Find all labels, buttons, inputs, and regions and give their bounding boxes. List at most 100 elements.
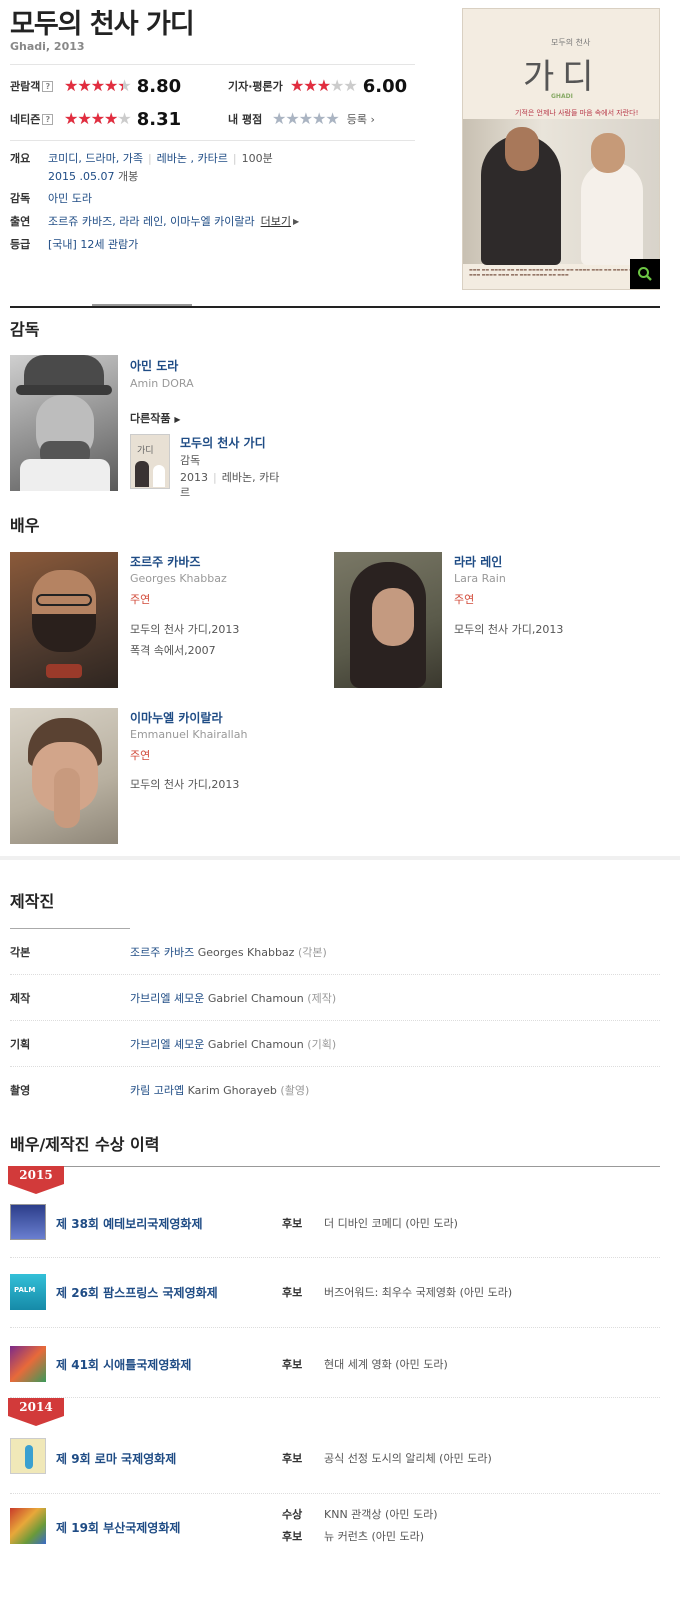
other-work-thumbnail[interactable]: 가디 (130, 434, 170, 489)
staff-name-link[interactable]: 카림 고라옙 (130, 1084, 184, 1097)
year-flag-2014: 2014 (8, 1398, 64, 1426)
award-detail: 현대 세계 영화 (아민 도라) (324, 1358, 448, 1371)
actor-work-1-2[interactable]: 폭격 속에서,2007 (130, 642, 216, 658)
actor-work-3-1[interactable]: 모두의 천사 가디,2013 (130, 776, 239, 792)
festival-logo-icon[interactable] (10, 1508, 46, 1544)
festival-name-link[interactable]: 제 19회 부산국제영화제 (56, 1519, 180, 1536)
award-kind: 후보 (282, 1358, 303, 1371)
cast-links[interactable]: 조르쥬 카바즈, 라라 레인, 이마누엘 카이랄라 (48, 213, 255, 231)
section-tab-line (10, 306, 660, 308)
festival-name-link[interactable]: 제 41회 시애틀국제영화제 (56, 1356, 191, 1373)
country-link[interactable]: 레바논 , 카타르 (157, 152, 228, 165)
actor-work-1-1[interactable]: 모두의 천사 가디,2013 (130, 621, 239, 637)
poster-small-title: 모두의 천사 (551, 38, 591, 47)
search-icon (638, 267, 652, 281)
director-en-name: Amin DORA (130, 377, 194, 390)
festival-name-link[interactable]: 제 26회 팜스프링스 국제영화제 (56, 1284, 218, 1301)
age-rating-link[interactable]: [국내] 12세 관람가 (48, 236, 138, 254)
award-detail: KNN 관객상 (아민 도라) (324, 1508, 438, 1521)
actor-photo-2[interactable] (334, 552, 442, 688)
festival-name-link[interactable]: 제 38회 예테보리국제영화제 (56, 1215, 203, 1232)
actor-role-1: 주연 (130, 593, 151, 606)
actor-name-2[interactable]: 라라 레인 (454, 553, 502, 570)
rating-audience-label: 관람객? (10, 78, 64, 94)
actor-role-3: 주연 (130, 749, 151, 762)
rating-critics-score: 6.00 (362, 75, 408, 97)
genre-link[interactable]: 코미디, 드라마, 가족 (48, 152, 143, 165)
staff-row: 기획 가브리엘 셰모운 Gabriel Chamoun (기획) (10, 1021, 660, 1067)
active-tab-indicator[interactable] (92, 304, 192, 306)
award-detail: 버즈어워드: 최우수 국제영화 (아민 도라) (324, 1286, 513, 1299)
poster-face-man (505, 127, 539, 171)
release-suffix: 개봉 (117, 170, 139, 183)
festival-logo-icon[interactable] (10, 1438, 46, 1474)
poster-zoom-button[interactable] (630, 259, 660, 289)
award-kind: 후보 (282, 1452, 303, 1465)
rating-register-link[interactable]: 등록 › (347, 111, 375, 127)
actor-en-name-1: Georges Khabbaz (130, 572, 227, 585)
stars-my[interactable]: ★★★★★ (272, 111, 340, 127)
award-row: 제 9회 로마 국제영화제 후보 공식 선정 도시의 알리체 (아민 도라) (10, 1428, 660, 1494)
staff-key: 제작 (10, 991, 31, 1005)
rating-netizen-label: 네티즌? (10, 111, 64, 127)
actor-name-1[interactable]: 조르주 카바즈 (130, 553, 200, 570)
festival-name-link[interactable]: 제 9회 로마 국제영화제 (56, 1450, 176, 1467)
info-overview-label: 개요 (10, 152, 31, 165)
rating-my: 내 평점 ★★★★★ 등록 › (228, 108, 375, 130)
director-photo[interactable] (10, 355, 118, 491)
rating-netizen-score: 8.31 (136, 108, 182, 130)
year-flag-2015: 2015 (8, 1166, 64, 1194)
award-row: PALM 제 26회 팜스프링스 국제영화제 후보 버즈어워드: 최우수 국제영… (10, 1258, 660, 1328)
actor-work-2-1[interactable]: 모두의 천사 가디,2013 (454, 621, 563, 637)
movie-poster[interactable]: 모두의 천사 가디 GHADI 기적은 언제나 사람들 마음 속에서 자란다! … (462, 8, 660, 290)
staff-name-link[interactable]: 조르주 카바즈 (130, 946, 194, 959)
actor-photo-1[interactable] (10, 552, 118, 688)
festival-logo-icon[interactable] (10, 1346, 46, 1382)
staff-value: 가브리엘 셰모운 Gabriel Chamoun (기획) (130, 1037, 337, 1051)
staff-row: 제작 가브리엘 셰모운 Gabriel Chamoun (제작) (10, 975, 660, 1021)
staff-name-link[interactable]: 가브리엘 셰모운 (130, 1038, 204, 1051)
rating-audience: 관람객? ★★★★★★★★★★ 8.80 (10, 75, 181, 97)
actor-photo-3[interactable] (10, 708, 118, 844)
director-link[interactable]: 아민 도라 (48, 190, 92, 208)
staff-value: 조르주 카바즈 Georges Khabbaz (각본) (130, 945, 327, 959)
info-rating: 등급 [국내] 12세 관람가 (10, 236, 138, 254)
help-icon[interactable]: ? (42, 81, 54, 92)
help-icon[interactable]: ? (42, 114, 54, 125)
staff-key: 각본 (10, 945, 31, 959)
poster-face-boy (591, 133, 625, 173)
rating-critics-label: 기자·평론가 (228, 80, 283, 93)
director-section-heading: 감독 (10, 320, 40, 339)
award-row: 제 38회 예테보리국제영화제 후보 더 디바인 코메디 (아민 도라) (10, 1198, 660, 1258)
header-divider (10, 64, 415, 65)
info-director-label: 감독 (10, 192, 31, 205)
rating-netizen: 네티즌? ★★★★★★★★★★ 8.31 (10, 108, 181, 130)
info-cast: 출연 조르쥬 카바즈, 라라 레인, 이마누엘 카이랄라 더보기 ▶ (10, 213, 299, 231)
rating-critics: 기자·평론가 ★★★★★★★★★★ 6.00 (228, 75, 407, 97)
festival-logo-icon[interactable] (10, 1204, 46, 1240)
info-cast-label: 출연 (10, 215, 31, 228)
section-separator (0, 856, 680, 860)
staff-value: 가브리엘 셰모운 Gabriel Chamoun (제작) (130, 991, 337, 1005)
staff-name-link[interactable]: 가브리엘 셰모운 (130, 992, 204, 1005)
staff-row: 촬영 카림 고라옙 Karim Ghorayeb (촬영) (10, 1067, 660, 1113)
actors-section-heading: 배우 (10, 516, 40, 535)
actor-name-3[interactable]: 이마누엘 카이랄라 (130, 709, 223, 726)
actor-role-2: 주연 (454, 593, 475, 606)
other-work-title[interactable]: 모두의 천사 가디 (180, 434, 266, 451)
more-cast-link[interactable]: 더보기 (261, 213, 291, 231)
award-detail: 뉴 커런츠 (아민 도라) (324, 1530, 425, 1543)
rating-audience-score: 8.80 (136, 75, 182, 97)
other-works-label: 다른작품 ▶ (130, 412, 181, 425)
director-name[interactable]: 아민 도라 (130, 357, 178, 374)
info-director: 감독 아민 도라 (10, 190, 92, 208)
award-detail: 공식 선정 도시의 알리체 (아민 도라) (324, 1452, 492, 1465)
runtime: 100분 (241, 152, 273, 165)
release-date-link[interactable]: 2015 .05.07 (48, 170, 114, 183)
poster-en-title: GHADI (551, 93, 573, 100)
other-work-role: 감독 (180, 454, 201, 467)
other-work-meta: 2013 | 레바논, 카타 르 (180, 471, 280, 499)
rating-my-label: 내 평점 (228, 113, 263, 126)
staff-section-heading: 제작진 (10, 892, 55, 911)
festival-logo-icon[interactable]: PALM (10, 1274, 46, 1310)
